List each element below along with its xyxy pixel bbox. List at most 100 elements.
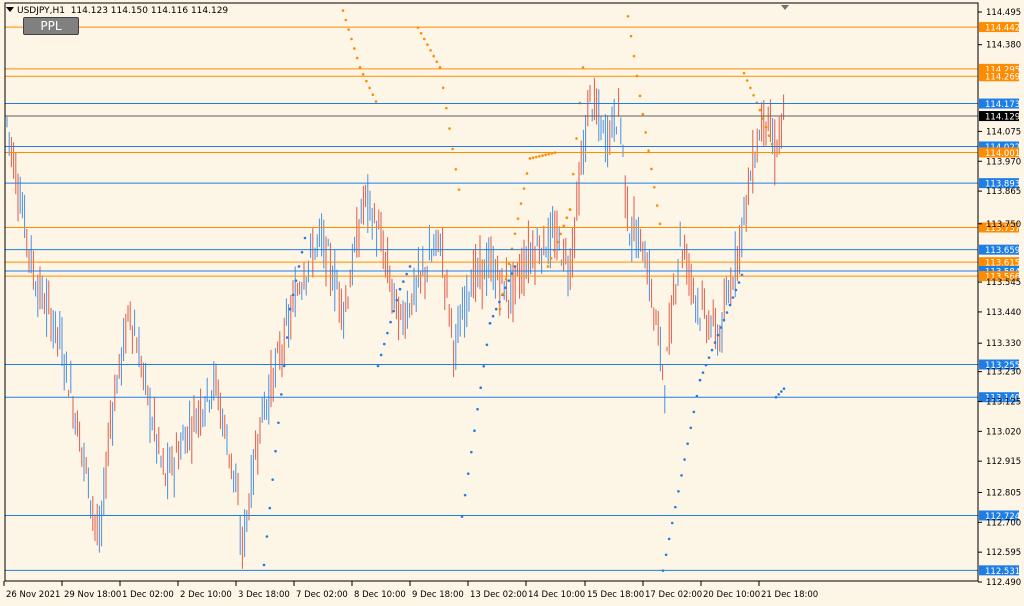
sar-dot — [451, 147, 454, 151]
level-price-label: 114.442 — [985, 24, 1020, 34]
sar-dot — [767, 134, 771, 137]
y-tick-label: 112.700 — [986, 518, 1021, 528]
sar-dot — [389, 320, 392, 324]
sar-dot — [479, 386, 482, 390]
price-chart[interactable]: 114.442114.295114.269114.173114.129114.0… — [0, 0, 1024, 606]
sar-dot — [288, 307, 292, 311]
sar-dot — [466, 472, 470, 475]
sar-dot — [698, 378, 702, 382]
sar-dot — [525, 172, 529, 175]
sar-dot — [677, 489, 680, 493]
sar-dot — [737, 281, 741, 284]
sar-dot — [541, 154, 544, 157]
sar-dot — [638, 94, 642, 98]
sar-dot — [749, 86, 752, 90]
y-tick-label: 113.440 — [986, 308, 1021, 318]
x-tick-label: 3 Dec 18:00 — [238, 590, 290, 600]
sar-dot — [725, 311, 729, 314]
sar-dot — [498, 300, 501, 304]
sar-dot — [297, 265, 301, 268]
sar-dot — [422, 37, 426, 41]
y-tick-label: 113.545 — [986, 278, 1021, 288]
sar-dot — [519, 202, 523, 205]
x-tick-label: 1 Dec 02:00 — [122, 590, 174, 600]
sar-dot — [350, 37, 353, 41]
sar-dot — [516, 217, 520, 220]
sar-dot — [294, 279, 298, 282]
sar-dot — [719, 326, 723, 329]
y-tick-label: 112.490 — [986, 578, 1021, 588]
sar-dot — [562, 224, 566, 228]
sar-dot — [438, 66, 442, 69]
sar-dot — [379, 353, 383, 357]
sar-dot — [780, 390, 783, 393]
sar-dot — [382, 342, 386, 346]
sar-dot — [777, 393, 780, 396]
x-tick-label: 14 Dec 10:00 — [528, 590, 585, 600]
sar-dot — [392, 309, 396, 313]
sar-dot — [262, 563, 266, 567]
y-tick-label: 113.020 — [986, 427, 1021, 437]
sar-dot — [728, 303, 732, 307]
sar-dot — [670, 521, 674, 525]
sar-dot — [374, 100, 378, 103]
sar-dot — [513, 232, 517, 236]
sar-dot — [632, 54, 636, 58]
sar-dot — [522, 187, 526, 190]
sar-dot — [371, 93, 375, 97]
sar-dot — [368, 86, 371, 90]
sar-dot — [581, 66, 585, 69]
sar-dot — [575, 137, 578, 140]
sar-dot — [408, 265, 412, 268]
level-price-label: 114.269 — [985, 73, 1020, 83]
y-tick-label: 113.865 — [986, 187, 1021, 197]
sar-dot — [358, 66, 362, 69]
sar-dot — [716, 333, 720, 337]
sar-dot — [347, 28, 350, 31]
sar-dot — [300, 250, 304, 254]
sar-dot — [680, 474, 683, 477]
level-price-label: 113.659 — [985, 246, 1020, 256]
sar-dot — [454, 168, 458, 171]
sar-dot — [376, 364, 380, 368]
y-tick-label: 113.330 — [986, 339, 1021, 349]
sar-dot — [507, 279, 511, 282]
y-tick-label: 113.230 — [986, 368, 1021, 378]
sar-dot — [271, 478, 274, 481]
ohlc-values: 114.123 114.150 114.116 114.129 — [70, 6, 229, 16]
sar-dot — [764, 125, 768, 129]
sar-dot — [355, 56, 359, 60]
sar-dot — [485, 343, 489, 347]
sar-dot — [365, 79, 368, 83]
ppl-button[interactable]: PPL — [23, 17, 79, 35]
sar-dot — [707, 356, 711, 359]
dropdown-triangle-icon[interactable] — [6, 7, 14, 12]
sar-dot — [419, 32, 423, 35]
sar-dot — [650, 167, 653, 171]
sar-dot — [701, 371, 705, 374]
sar-dot — [692, 410, 696, 414]
sar-dot — [568, 208, 572, 211]
y-tick-label: 112.805 — [986, 488, 1021, 498]
sar-dot — [435, 60, 439, 64]
level-price-label: 114.129 — [985, 113, 1020, 123]
x-tick-label: 21 Dec 18:00 — [761, 590, 818, 600]
sar-dot — [504, 277, 508, 281]
sar-dot — [445, 106, 448, 110]
level-price-label: 114.173 — [985, 100, 1020, 110]
sar-dot — [513, 265, 517, 268]
sar-dot — [341, 9, 345, 12]
sar-dot — [629, 34, 633, 38]
sar-dot — [498, 307, 502, 311]
sar-dot — [353, 47, 356, 50]
sar-dot — [758, 108, 762, 112]
sar-dot — [476, 407, 479, 411]
sar-dot — [491, 314, 495, 318]
sar-dot — [742, 71, 746, 75]
sar-dot — [722, 318, 726, 322]
sar-dot — [641, 112, 645, 116]
sar-dot — [655, 204, 659, 207]
sar-dot — [277, 421, 280, 425]
sar-dot — [538, 154, 541, 158]
symbol-label: USDJPY,H1 — [17, 6, 65, 16]
